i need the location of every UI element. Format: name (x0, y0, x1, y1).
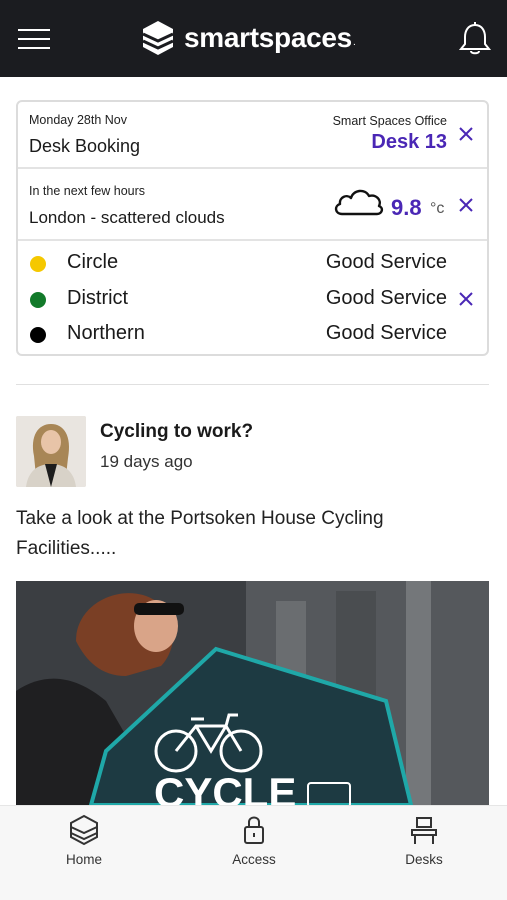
transport-row[interactable]: Circle Good Service District Good Servic… (18, 243, 487, 354)
cloud-icon (334, 189, 384, 216)
menu-icon[interactable] (16, 24, 52, 54)
post-image[interactable]: CYCLE (16, 581, 489, 805)
smartspaces-logo-icon (142, 21, 174, 55)
close-icon[interactable] (457, 290, 475, 308)
booking-date: Monday 28th Nov (29, 113, 127, 127)
desk-booking-row[interactable]: Monday 28th Nov Desk Booking Smart Space… (18, 102, 487, 169)
weather-summary: London - scattered clouds (29, 208, 225, 227)
post-body: Take a look at the Portsoken House Cycli… (16, 508, 384, 559)
brand-mark: . (352, 37, 356, 48)
line-color-dot (30, 327, 46, 343)
section-divider (16, 384, 489, 385)
tab-home[interactable]: Home (24, 814, 144, 878)
booking-desk: Desk 13 (371, 131, 447, 153)
post-timestamp: 19 days ago (100, 452, 193, 471)
tab-label: Desks (405, 852, 443, 867)
line-name: Circle (67, 251, 119, 273)
svg-text:CYCLE: CYCLE (154, 769, 296, 805)
tab-access[interactable]: Access (194, 814, 314, 878)
tab-label: Home (65, 852, 102, 867)
temperature-unit: °c (430, 200, 445, 217)
line-color-dot (30, 292, 46, 308)
brand-logo: smartspaces . (142, 18, 356, 58)
bottom-tab-bar: Home Access Desks (0, 805, 507, 900)
desk-icon (411, 817, 437, 844)
post-title[interactable]: Cycling to work? (100, 421, 253, 443)
line-status: Good Service (325, 251, 447, 273)
temperature-value: 9.8 (391, 195, 422, 220)
home-icon (70, 814, 98, 846)
close-icon[interactable] (457, 125, 475, 143)
weather-caption: In the next few hours (29, 184, 146, 198)
line-status: Good Service (325, 322, 447, 344)
line-color-dot (30, 256, 46, 272)
notification-bell-icon[interactable] (456, 20, 494, 58)
author-avatar[interactable] (16, 416, 86, 487)
close-icon[interactable] (457, 196, 475, 214)
line-name: District (67, 287, 129, 309)
top-bar: smartspaces . (0, 0, 507, 77)
line-status: Good Service (325, 287, 447, 309)
tab-desks[interactable]: Desks (364, 814, 484, 878)
booking-office: Smart Spaces Office (332, 114, 447, 128)
booking-title: Desk Booking (29, 136, 141, 156)
tab-label: Access (232, 852, 276, 867)
lock-icon (244, 816, 264, 844)
line-name: Northern (67, 322, 145, 344)
brand-name: smartspaces (184, 22, 352, 53)
info-card: Monday 28th Nov Desk Booking Smart Space… (16, 100, 489, 356)
